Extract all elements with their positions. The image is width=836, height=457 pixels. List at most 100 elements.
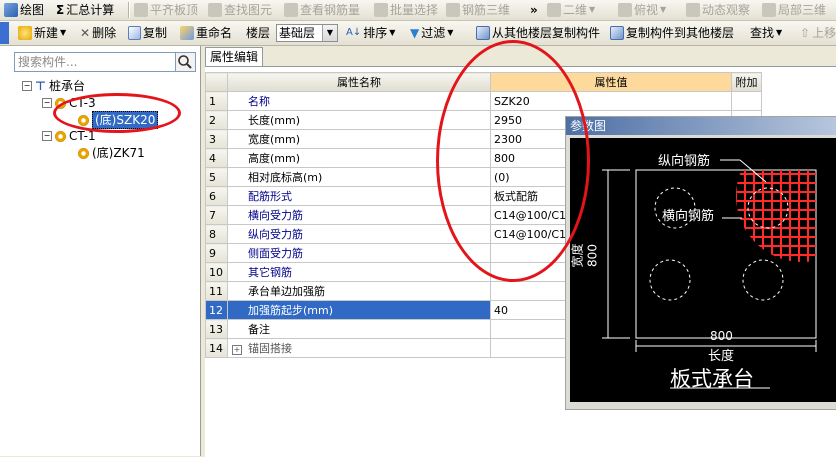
tree-root[interactable]: − ⊤ 桩承台 bbox=[22, 78, 85, 94]
copy-label: 复制 bbox=[143, 26, 168, 40]
move-up-button[interactable]: ⇧ 上移 bbox=[800, 23, 836, 43]
local-3d-button[interactable]: 局部三维 bbox=[762, 0, 826, 20]
delete-label: 删除 bbox=[92, 26, 117, 40]
summary-button[interactable]: Σ 汇总计算 bbox=[56, 0, 114, 20]
sigma-icon: Σ bbox=[56, 3, 65, 17]
filter-icon: ▼ bbox=[410, 26, 420, 40]
batch-select-button[interactable]: 批量选择 bbox=[374, 0, 438, 20]
diagram-caption: 板式承台 bbox=[670, 367, 754, 391]
property-name-text: 纵向受力筋 bbox=[248, 228, 303, 241]
chevron-down-icon: ▼ bbox=[660, 5, 667, 14]
top-view-label: 俯视 bbox=[634, 3, 659, 17]
arrow-up-icon: ⇧ bbox=[800, 26, 811, 40]
property-name-text: 名称 bbox=[248, 95, 270, 108]
property-name-text: 承台单边加强筋 bbox=[248, 285, 325, 298]
find-label: 查找 bbox=[750, 26, 775, 40]
component-toolbar: 新建 ▼ ✕ 删除 复制 重命名 楼层 基础层 ▼ A↓ 排序 ▼ ▼ 过滤 ▼… bbox=[0, 21, 836, 46]
property-name-text: 长度(mm) bbox=[248, 114, 301, 127]
binoculars-icon bbox=[208, 3, 222, 17]
find-element-button[interactable]: 查找图元 bbox=[208, 0, 272, 20]
dynamic-view-button[interactable]: 动态观察 bbox=[686, 0, 750, 20]
row-number: 7 bbox=[205, 205, 228, 225]
delete-button[interactable]: ✕ 删除 bbox=[80, 23, 116, 43]
view-rebar-button[interactable]: 查看钢筋量 bbox=[284, 0, 360, 20]
new-button[interactable]: 新建 ▼ bbox=[18, 23, 66, 43]
search-button[interactable] bbox=[176, 52, 196, 72]
top-view-select[interactable]: 俯视 ▼ bbox=[618, 0, 666, 20]
sort-button[interactable]: A↓ 排序 ▼ bbox=[346, 23, 395, 43]
tab-property-edit[interactable]: 属性编辑 bbox=[205, 47, 263, 66]
copy-to-icon bbox=[610, 26, 624, 40]
pile-circle bbox=[742, 259, 784, 301]
property-extra[interactable] bbox=[731, 91, 762, 111]
property-name: 侧面受力筋 bbox=[227, 243, 491, 263]
width-value: 800 bbox=[585, 244, 600, 267]
parameter-diagram-canvas: 纵向钢筋 横向钢筋 宽度800 800 长度 板式承台 bbox=[570, 138, 836, 402]
toolbar-separator bbox=[128, 2, 130, 18]
view-2d-label: 二维 bbox=[563, 3, 588, 17]
rebar-icon bbox=[284, 3, 298, 17]
search-input[interactable]: 搜索构件... bbox=[14, 52, 176, 72]
collapse-icon[interactable]: − bbox=[42, 131, 52, 141]
find-element-label: 查找图元 bbox=[224, 3, 273, 17]
tree-item-zk71[interactable]: (底)ZK71 bbox=[78, 145, 145, 161]
rebar-3d-button[interactable]: 钢筋三维 bbox=[446, 0, 510, 20]
search-icon bbox=[178, 55, 192, 69]
rename-icon bbox=[180, 26, 194, 40]
view-2d-select[interactable]: 二维 ▼ bbox=[547, 0, 595, 20]
copy-from-floor-button[interactable]: 从其他楼层复制构件 bbox=[476, 23, 600, 43]
flat-slab-button[interactable]: 平齐板顶 bbox=[134, 0, 198, 20]
property-name-text: 加强筋起步(mm) bbox=[248, 304, 334, 317]
property-name: 承台单边加强筋 bbox=[227, 281, 491, 301]
floor-select[interactable]: 基础层 ▼ bbox=[276, 24, 338, 42]
row-number: 1 bbox=[205, 91, 228, 111]
find-button[interactable]: 查找 ▼ bbox=[750, 23, 782, 43]
expand-icon[interactable]: + bbox=[232, 345, 242, 355]
copy-button[interactable]: 复制 bbox=[128, 23, 167, 43]
header-extra: 附加 bbox=[731, 72, 762, 92]
row-number: 13 bbox=[205, 319, 228, 339]
summary-label: 汇总计算 bbox=[66, 3, 115, 17]
rename-button[interactable]: 重命名 bbox=[180, 23, 232, 43]
rename-label: 重命名 bbox=[196, 26, 233, 40]
gear-icon bbox=[55, 130, 66, 142]
property-name-text: 其它钢筋 bbox=[248, 266, 292, 279]
cube-icon bbox=[446, 3, 460, 17]
row-number: 9 bbox=[205, 243, 228, 263]
view-rebar-label: 查看钢筋量 bbox=[300, 3, 361, 17]
filter-button[interactable]: ▼ 过滤 ▼ bbox=[410, 23, 453, 43]
collapse-icon[interactable]: − bbox=[42, 98, 52, 108]
length-value: 800 bbox=[710, 329, 733, 343]
copy-floor-icon bbox=[476, 26, 490, 40]
tree-item-label: (底)ZK71 bbox=[92, 146, 145, 160]
property-name-text: 锚固搭接 bbox=[248, 342, 292, 355]
delete-icon: ✕ bbox=[80, 26, 91, 40]
property-name: 备注 bbox=[227, 319, 491, 339]
flat-slab-label: 平齐板顶 bbox=[150, 3, 199, 17]
panel-edge bbox=[0, 22, 9, 44]
pile-cap-icon: ⊤ bbox=[35, 79, 46, 93]
new-label: 新建 bbox=[34, 26, 59, 40]
row-number: 14 bbox=[205, 338, 228, 358]
chevron-down-icon: ▼ bbox=[322, 25, 337, 41]
row-number: 3 bbox=[205, 129, 228, 149]
property-name: 其它钢筋 bbox=[227, 262, 491, 282]
row-number: 11 bbox=[205, 281, 228, 301]
copy-to-floor-label: 复制构件到其他楼层 bbox=[626, 26, 735, 40]
draw-button[interactable]: 绘图 bbox=[4, 0, 44, 20]
filter-label: 过滤 bbox=[421, 26, 446, 40]
property-name-text: 高度(mm) bbox=[248, 152, 301, 165]
chevron-down-icon: ▼ bbox=[589, 5, 596, 14]
sort-label: 排序 bbox=[363, 26, 388, 40]
chevron-down-icon: ▼ bbox=[60, 28, 67, 37]
property-name-text: 宽度(mm) bbox=[248, 133, 301, 146]
collapse-icon[interactable]: − bbox=[22, 81, 32, 91]
row-number: 12 bbox=[205, 300, 228, 320]
toolbar-overflow-button[interactable]: » bbox=[530, 0, 538, 20]
copy-to-floor-button[interactable]: 复制构件到其他楼层 bbox=[610, 23, 734, 43]
property-name-text: 横向受力筋 bbox=[248, 209, 303, 222]
row-number: 5 bbox=[205, 167, 228, 187]
slab-icon bbox=[134, 3, 148, 17]
rebar-3d-label: 钢筋三维 bbox=[462, 3, 511, 17]
property-name-text: 侧面受力筋 bbox=[248, 247, 303, 260]
